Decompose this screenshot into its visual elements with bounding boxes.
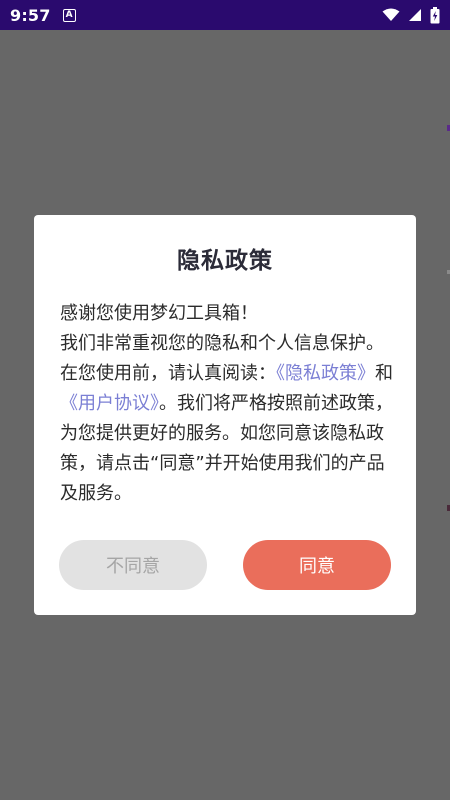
battery-charging-icon xyxy=(430,6,440,23)
status-time: 9:57 xyxy=(10,5,51,25)
agree-button[interactable]: 同意 xyxy=(243,540,391,590)
disagree-button[interactable]: 不同意 xyxy=(59,540,207,590)
signal-icon xyxy=(409,9,421,21)
user-agreement-link[interactable]: 《用户协议》 xyxy=(60,393,159,414)
notification-app-icon: A xyxy=(62,8,76,22)
dialog-body: 感谢您使用梦幻工具箱！ 我们非常重视您的隐私和个人信息保护。在您使用前，请认真阅… xyxy=(60,299,396,509)
message-text-and: 和 xyxy=(375,363,393,384)
status-right xyxy=(382,6,440,24)
dialog-message: 我们非常重视您的隐私和个人信息保护。在您使用前，请认真阅读：《隐私政策》和《用户… xyxy=(60,329,396,509)
privacy-dialog: 隐私政策 感谢您使用梦幻工具箱！ 我们非常重视您的隐私和个人信息保护。在您使用前… xyxy=(34,215,416,615)
privacy-policy-link[interactable]: 《隐私政策》 xyxy=(276,363,375,384)
status-left: 9:57 A xyxy=(10,6,76,25)
dialog-greeting: 感谢您使用梦幻工具箱！ xyxy=(60,303,258,324)
status-bar: 9:57 A xyxy=(0,0,450,30)
wifi-icon xyxy=(382,8,400,21)
dialog-title: 隐私政策 xyxy=(177,248,273,274)
